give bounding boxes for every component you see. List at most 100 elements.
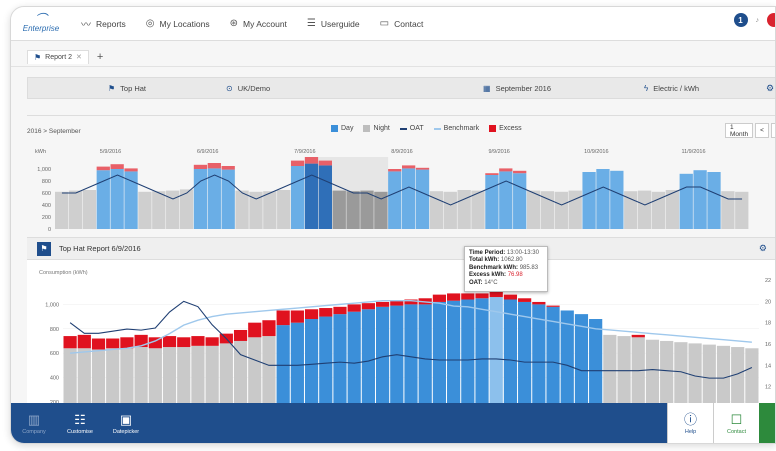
excess-bar xyxy=(233,329,248,341)
night-bar xyxy=(645,339,660,408)
night-bar xyxy=(346,191,360,229)
nav-contact[interactable]: ▭ Contact xyxy=(370,7,434,41)
nav-my-account[interactable]: ⊛ My Account xyxy=(220,7,297,41)
day-bar xyxy=(485,175,499,229)
filter-chart-type[interactable]: ⚑ Top Hat xyxy=(108,84,146,93)
excess-bar xyxy=(96,166,110,171)
night-bar xyxy=(219,343,233,408)
alert-icon[interactable] xyxy=(767,13,775,27)
night-bar xyxy=(731,347,745,408)
filter-units[interactable]: ϟ Electric / kWh xyxy=(644,84,699,93)
close-icon[interactable]: ✕ xyxy=(76,53,82,61)
excess-bar xyxy=(503,294,518,300)
settings-gear-icon[interactable]: ⚙ xyxy=(766,83,774,94)
top-navigation: ⌒ Enterprise 〰 Reports ◎ My Locations ⊛ My … xyxy=(11,7,775,41)
legend-benchmark[interactable]: Benchmark xyxy=(433,125,479,132)
tab-report-2[interactable]: ⚑ Report 2 ✕ xyxy=(27,49,89,64)
night-bar xyxy=(735,191,749,229)
night-bar xyxy=(191,345,205,408)
range-controls: 1 Month < > xyxy=(725,123,775,138)
day-bar xyxy=(503,299,518,408)
filter-bar: ⚑ Top Hat ⊙ UK/Demo ▦ September 2016 ϟ Elect… xyxy=(27,77,775,99)
day-bar xyxy=(513,173,527,229)
day-bar xyxy=(110,169,124,229)
night-bar xyxy=(526,190,541,229)
bottom-right-actions: ⓘ Help ☐ Contact xyxy=(667,403,775,443)
y-tick-label: 1,000 xyxy=(45,302,59,308)
excess-bar xyxy=(124,168,138,172)
add-tab-button[interactable]: + xyxy=(97,51,103,63)
customise-button[interactable]: ☷ Customise xyxy=(57,403,103,443)
day-bar xyxy=(447,300,461,408)
night-bar xyxy=(674,342,688,408)
night-bar xyxy=(554,191,568,229)
overview-chart[interactable]: 1,000 800 600 400 200 0 kWh 5/9/2016 6/9/2016 7/9… xyxy=(27,143,776,233)
night-bar xyxy=(68,190,83,229)
calendar-icon: ▦ xyxy=(483,83,491,93)
nav-reports[interactable]: 〰 Reports xyxy=(71,7,136,41)
night-bar xyxy=(63,348,77,408)
y-tick-label: 600 xyxy=(42,191,51,197)
night-bar xyxy=(360,190,374,229)
divider xyxy=(27,115,775,116)
datepicker-button[interactable]: ▣ Datepicker xyxy=(103,403,149,443)
y2-tick-label: 14 xyxy=(765,363,771,369)
list-icon: ☰ xyxy=(306,18,316,29)
side-tab[interactable] xyxy=(759,403,775,443)
filter-location[interactable]: ⊙ UK/Demo xyxy=(226,84,270,93)
night-bar xyxy=(631,337,645,408)
excess-bar xyxy=(347,304,361,312)
range-select[interactable]: 1 Month xyxy=(725,123,754,138)
night-bar xyxy=(332,190,346,229)
nav-my-locations[interactable]: ◎ My Locations xyxy=(136,7,220,41)
excess-bar xyxy=(63,336,77,349)
excess-bar xyxy=(77,334,91,349)
detail-chart[interactable]: Consumption (kWh)1,000800600400200222018… xyxy=(27,260,776,410)
y2-tick-label: 20 xyxy=(765,299,771,305)
excess-bar xyxy=(388,169,402,172)
day-bar xyxy=(319,316,333,408)
detail-panel: ⚑ Top Hat Report 6/9/2016 ⚙ Consumption … xyxy=(27,237,776,410)
night-bar xyxy=(138,191,152,229)
y2-tick-label: 18 xyxy=(765,321,771,327)
excess-bar xyxy=(375,301,390,307)
legend-night[interactable]: Night xyxy=(363,125,390,132)
night-bar xyxy=(665,190,679,229)
nav-userguide[interactable]: ☰ Userguide xyxy=(297,7,370,41)
excess-bar xyxy=(290,160,305,166)
day-bar xyxy=(402,168,416,229)
legend-swatch xyxy=(489,125,497,132)
legend-day[interactable]: Day xyxy=(331,125,353,132)
day-bar xyxy=(461,299,475,408)
y-tick-label: 800 xyxy=(50,327,59,333)
chart-line-icon: 〰 xyxy=(81,20,91,31)
day-bar xyxy=(388,171,402,229)
day-bar xyxy=(304,163,319,229)
next-button[interactable]: > xyxy=(770,123,775,138)
detail-panel-header: ⚑ Top Hat Report 6/9/2016 ⚙ xyxy=(27,238,775,260)
legend-swatch xyxy=(331,125,338,132)
night-bar xyxy=(91,349,106,408)
sliders-icon: ☷ xyxy=(74,412,86,427)
notification-badge[interactable]: 1 xyxy=(733,13,748,27)
legend-excess[interactable]: Excess xyxy=(489,125,522,132)
settings-gear-icon[interactable]: ⚙ xyxy=(759,243,767,254)
date-label: 11/9/2016 xyxy=(681,149,705,155)
breadcrumb[interactable]: 2016 > September xyxy=(27,128,81,135)
company-button[interactable]: ▥ Company xyxy=(11,403,57,443)
help-button[interactable]: ⓘ Help xyxy=(667,403,713,443)
excess-bar xyxy=(276,310,290,326)
excess-bar xyxy=(318,160,332,166)
y-tick-label: 0 xyxy=(48,227,51,233)
day-bar xyxy=(347,311,361,408)
legend-oat[interactable]: OAT xyxy=(399,125,424,132)
prev-button[interactable]: < xyxy=(755,123,769,138)
notification-bell-icon[interactable]: ♪ xyxy=(756,17,760,24)
day-bar xyxy=(582,172,596,229)
logo-mark-icon: ⌒ xyxy=(34,12,47,26)
excess-bar xyxy=(205,337,219,346)
enterprise-logo[interactable]: ⌒ Enterprise xyxy=(11,7,71,41)
excess-bar xyxy=(162,336,177,348)
contact-button[interactable]: ☐ Contact xyxy=(713,403,759,443)
filter-period[interactable]: ▦ September 2016 xyxy=(483,84,551,93)
